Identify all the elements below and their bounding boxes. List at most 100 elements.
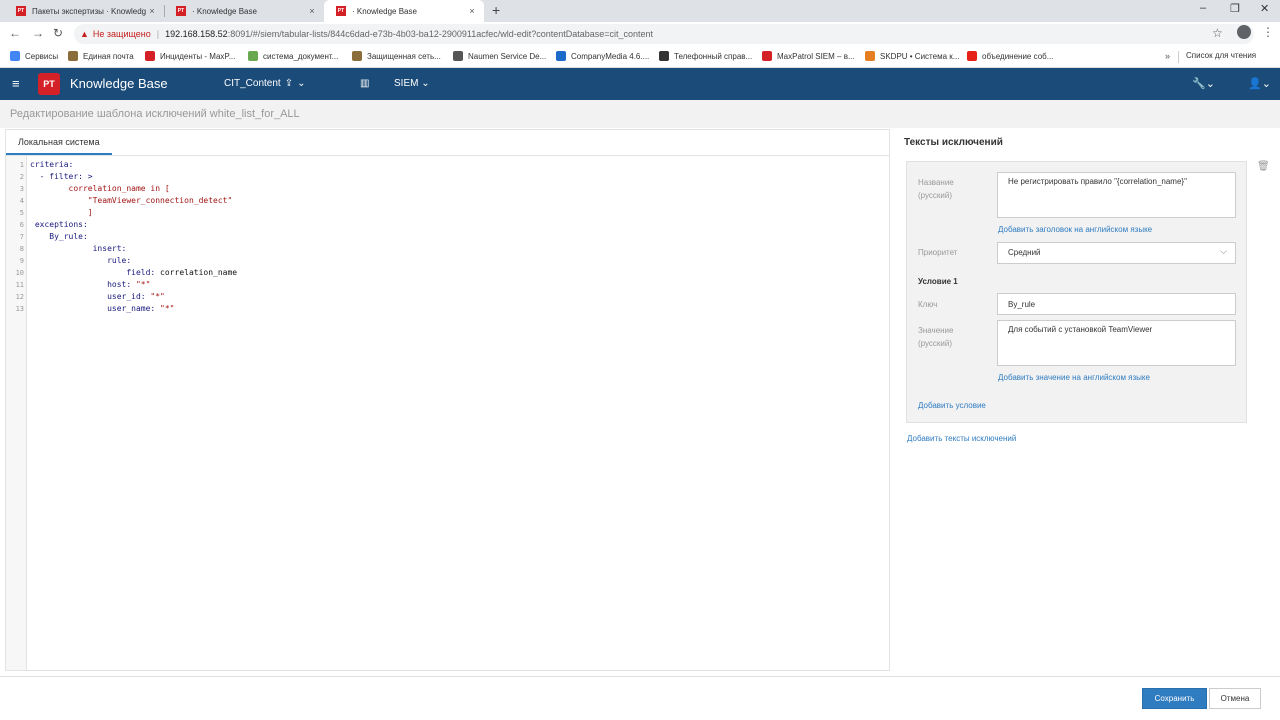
forward-icon[interactable]: → <box>32 26 44 40</box>
bookmark-item[interactable]: Naumen Service De... <box>453 51 546 61</box>
code-key: exceptions: <box>30 220 88 229</box>
browser-tab-3-active[interactable]: PT · Knowledge Base × <box>324 0 484 22</box>
bookmarks-divider <box>1178 51 1179 63</box>
exception-text-card: Название (русский) Не регистрировать пра… <box>906 161 1247 423</box>
name-input[interactable]: Не регистрировать правило "{correlation_… <box>997 172 1236 218</box>
key-input[interactable] <box>997 293 1236 315</box>
profile-avatar-icon[interactable] <box>1237 25 1251 39</box>
editor-panel: Локальная система 1 criteria: 2 - filter: … <box>5 129 890 671</box>
code-line: ] <box>30 208 93 217</box>
minimize-icon[interactable]: – <box>1200 2 1206 14</box>
wrench-menu-icon[interactable]: 🔧⌄ <box>1192 77 1215 90</box>
app-header: ≡ PT Knowledge Base CIT_Content ⇪ ⌄ ▥ SI… <box>0 68 1280 100</box>
more-menu-icon[interactable]: ⋮ <box>1262 25 1274 39</box>
bookmark-item[interactable]: объединение соб... <box>967 51 1053 61</box>
close-icon[interactable]: × <box>466 6 478 16</box>
save-button[interactable]: Сохранить <box>1142 688 1207 709</box>
bookmarks-more-icon[interactable]: » <box>1165 51 1170 61</box>
url-separator: | <box>156 29 160 39</box>
tab-title: · Knowledge Base <box>352 6 417 16</box>
line-number: 12 <box>15 293 24 301</box>
code-key: rule: <box>30 256 132 265</box>
siem-menu[interactable]: SIEM ⌄ <box>394 78 430 89</box>
bookmark-item[interactable]: MaxPatrol SIEM – в... <box>762 51 855 61</box>
tab-local-system[interactable]: Локальная система <box>6 130 112 155</box>
security-status[interactable]: Не защищено <box>93 29 151 39</box>
reload-icon[interactable]: ↻ <box>53 26 63 40</box>
hamburger-menu-icon[interactable]: ≡ <box>12 76 20 91</box>
close-icon[interactable]: × <box>306 6 318 16</box>
close-icon[interactable]: × <box>146 6 158 16</box>
chevron-down-icon: ⌄ <box>297 78 306 89</box>
value-input[interactable]: Для событий с установкой TeamViewer <box>997 320 1236 366</box>
apps-grid-icon <box>10 51 20 61</box>
cancel-button[interactable]: Отмена <box>1209 688 1261 709</box>
globe-icon <box>453 51 463 61</box>
user-menu-icon[interactable]: 👤⌄ <box>1248 77 1271 90</box>
line-number: 9 <box>19 257 24 265</box>
line-number: 11 <box>15 281 24 289</box>
url-path: :8091/#/siem/tabular-lists/844c6dad-e73b… <box>227 29 654 39</box>
tab-title: · Knowledge Base <box>192 6 257 16</box>
line-number: 10 <box>15 269 24 277</box>
bookmark-item[interactable]: Сервисы <box>10 51 58 61</box>
priority-select[interactable]: Средний ⌵ <box>997 242 1236 264</box>
code-value: correlation_name in [ <box>30 184 170 193</box>
skdpu-icon <box>865 51 875 61</box>
siem-label: SIEM <box>394 78 419 89</box>
company-icon <box>556 51 566 61</box>
exception-texts-panel: Тексты исключений 🗑 Название (русский) Н… <box>895 129 1275 671</box>
code-line: By_rule: <box>30 232 88 241</box>
add-exception-texts-link[interactable]: Добавить тексты исключений <box>907 434 1016 443</box>
code-key: field: <box>30 268 161 277</box>
chevron-down-icon: ⌄ <box>421 78 430 89</box>
code-value: "*" <box>160 304 175 313</box>
bookmark-item[interactable]: Защищенная сеть... <box>352 51 441 61</box>
code-key: user_name: <box>30 304 161 313</box>
url-host: 192.168.158.52 <box>165 29 228 39</box>
reading-list-button[interactable]: Список для чтения <box>1186 51 1256 60</box>
code-line: exceptions: <box>30 220 88 229</box>
browser-tab-2[interactable]: PT · Knowledge Base × <box>164 0 324 22</box>
code-line: rule: <box>30 256 131 265</box>
url-field[interactable]: ▲ Не защищено | 192.168.158.52 :8091/#/s… <box>74 24 1254 44</box>
page-title: Редактирование шаблона исключений white_… <box>0 100 1280 128</box>
condition-heading: Условие 1 <box>918 277 958 286</box>
footer-divider <box>0 676 1280 677</box>
window-close-icon[interactable]: ✕ <box>1260 2 1269 15</box>
code-value: "*" <box>150 292 165 301</box>
line-number: 5 <box>19 209 24 217</box>
code-key: host: <box>30 280 136 289</box>
code-line: "TeamViewer_connection_detect" <box>30 196 233 205</box>
restore-icon[interactable]: ❐ <box>1230 2 1240 15</box>
bookmark-item[interactable]: CompanyMedia 4.6.... <box>556 51 649 61</box>
add-condition-link[interactable]: Добавить условие <box>918 401 986 410</box>
bookmark-item[interactable]: SKDPU • Система к... <box>865 51 959 61</box>
pt-favicon-icon <box>145 51 155 61</box>
code-value: "*" <box>135 280 151 289</box>
value-label: Значение (русский) <box>918 326 954 348</box>
code-line: user_id: "*" <box>30 292 165 301</box>
bookmark-item[interactable]: система_документ... <box>248 51 338 61</box>
bookmark-star-icon[interactable]: ☆ <box>1212 26 1223 40</box>
add-title-english-link[interactable]: Добавить заголовок на английском языке <box>998 225 1152 234</box>
line-number: 3 <box>19 185 24 193</box>
bookmark-item[interactable]: Телефонный справ... <box>659 51 752 61</box>
name-label: Название (русский) <box>918 178 954 200</box>
panel-title: Тексты исключений <box>904 137 1003 148</box>
bookmark-item[interactable]: Единая почта <box>68 51 134 61</box>
add-value-english-link[interactable]: Добавить значение на английском языке <box>998 373 1150 382</box>
code-key: criteria: <box>30 160 74 169</box>
back-icon[interactable]: ← <box>9 26 21 40</box>
line-number: 7 <box>19 233 24 241</box>
code-line: criteria: <box>30 160 73 169</box>
code-key: - filter: > <box>30 172 93 181</box>
line-number: 8 <box>19 245 24 253</box>
app-title[interactable]: Knowledge Base <box>70 76 168 91</box>
new-tab-icon[interactable]: + <box>492 2 500 18</box>
chevron-down-icon: ⌵ <box>1220 246 1227 256</box>
bookmark-item[interactable]: Инциденты - MaxP... <box>145 51 235 61</box>
content-database-selector[interactable]: CIT_Content ⇪ ⌄ <box>224 78 305 89</box>
browser-tab-1[interactable]: PT Пакеты экспертизы · Knowledge × <box>4 0 164 22</box>
trash-icon[interactable]: 🗑 <box>1257 161 1270 172</box>
